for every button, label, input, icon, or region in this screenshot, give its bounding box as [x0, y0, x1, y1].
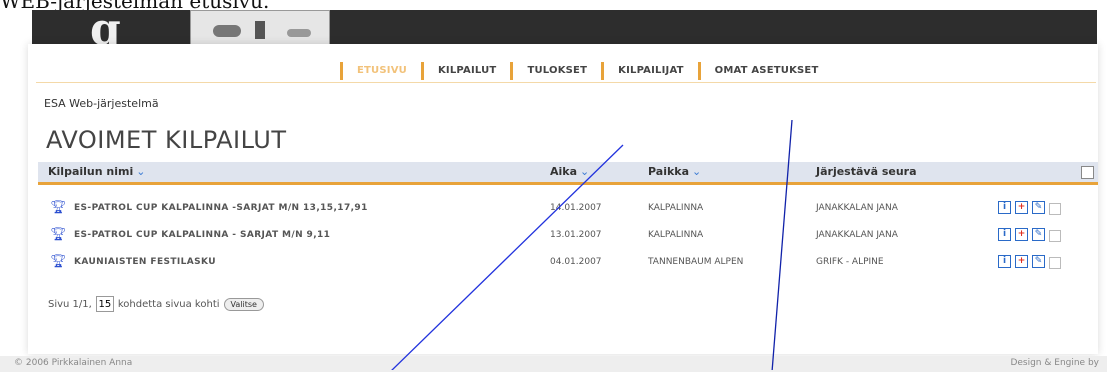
table-row: 🏆︎ ES-PATROL CUP KALPALINNA -SARJAT M/N … [38, 195, 1098, 221]
row-checkbox[interactable] [1049, 230, 1061, 242]
pager-status: Sivu 1/1, [48, 298, 92, 310]
row-checkbox[interactable] [1049, 203, 1061, 215]
competition-date: 14.01.2007 [550, 203, 602, 213]
breadcrumb[interactable]: ESA Web-järjestelmä [44, 97, 159, 110]
trophy-icon: 🏆︎ [50, 200, 67, 215]
nav-item-kilpailijat[interactable]: KILPAILIJAT [601, 62, 698, 80]
trophy-icon: 🏆︎ [50, 227, 67, 242]
competition-club: JANAKKALAN JANA [816, 230, 898, 240]
copyright-text: © 2006 Pirkkalainen Anna [14, 358, 133, 368]
nav-item-omat-asetukset[interactable]: OMAT ASETUKSET [697, 62, 833, 80]
nav-divider [36, 82, 1096, 83]
competition-name-link[interactable]: ES-PATROL CUP KALPALINNA -SARJAT M/N 13,… [74, 195, 368, 221]
competition-club: GRIFK - ALPINE [816, 257, 884, 267]
table-row: 🏆︎ KAUNIAISTEN FESTILASKU 04.01.2007 TAN… [38, 249, 1098, 275]
table-row: 🏆︎ ES-PATROL CUP KALPALINNA - SARJAT M/N… [38, 222, 1098, 248]
select-button[interactable]: Valitse [223, 297, 264, 311]
edit-icon[interactable]: ✎ [1032, 228, 1045, 241]
column-header-place[interactable]: Paikka ⌄ [648, 162, 701, 182]
register-icon[interactable]: + [1015, 228, 1028, 241]
items-per-page-input[interactable] [95, 296, 114, 312]
table-header: Kilpailun nimi ⌄ Aika ⌄ Paikka ⌄ Järjestävä… [38, 162, 1098, 185]
design-credit-link[interactable]: Design & Engine by [1010, 358, 1099, 368]
edit-icon[interactable]: ✎ [1032, 201, 1045, 214]
nav-item-kilpailut[interactable]: KILPAILUT [420, 62, 510, 80]
register-icon[interactable]: + [1015, 255, 1028, 268]
nav-item-tulokset[interactable]: TULOKSET [510, 62, 601, 80]
row-actions: i + ✎ [998, 255, 1061, 269]
sort-icon[interactable]: ⌄ [136, 165, 145, 178]
row-actions: i + ✎ [998, 228, 1061, 242]
info-icon[interactable]: i [998, 201, 1011, 214]
select-all-checkbox[interactable] [1081, 166, 1094, 179]
competition-club: JANAKKALAN JANA [816, 203, 898, 213]
sort-icon[interactable]: ⌄ [692, 165, 701, 178]
page-title: AVOIMET KILPAILUT [46, 126, 287, 154]
edit-icon[interactable]: ✎ [1032, 255, 1045, 268]
column-header-name[interactable]: Kilpailun nimi ⌄ [48, 162, 145, 182]
competition-place: KALPALINNA [648, 203, 704, 213]
competition-name-link[interactable]: KAUNIAISTEN FESTILASKU [74, 249, 216, 275]
nav-item-etusivu[interactable]: ETUSIVU [340, 62, 421, 80]
column-header-date[interactable]: Aika ⌄ [550, 162, 589, 182]
sort-icon[interactable]: ⌄ [580, 165, 589, 178]
trophy-icon: 🏆︎ [50, 254, 67, 269]
info-icon[interactable]: i [998, 228, 1011, 241]
competition-date: 04.01.2007 [550, 257, 602, 267]
pagination: Sivu 1/1, kohdetta sivua kohti Valitse [48, 296, 264, 312]
competition-date: 13.01.2007 [550, 230, 602, 240]
column-header-club: Järjestävä seura [816, 165, 917, 178]
row-actions: i + ✎ [998, 201, 1061, 215]
competition-place: TANNENBAUM ALPEN [648, 257, 744, 267]
register-icon[interactable]: + [1015, 201, 1028, 214]
pager-label: kohdetta sivua kohti [117, 298, 220, 310]
competition-place: KALPALINNA [648, 230, 704, 240]
competition-name-link[interactable]: ES-PATROL CUP KALPALINNA - SARJAT M/N 9,… [74, 222, 330, 248]
row-checkbox[interactable] [1049, 257, 1061, 269]
main-navigation: ETUSIVU KILPAILUT TULOKSET KILPAILIJAT O… [340, 62, 832, 80]
info-icon[interactable]: i [998, 255, 1011, 268]
